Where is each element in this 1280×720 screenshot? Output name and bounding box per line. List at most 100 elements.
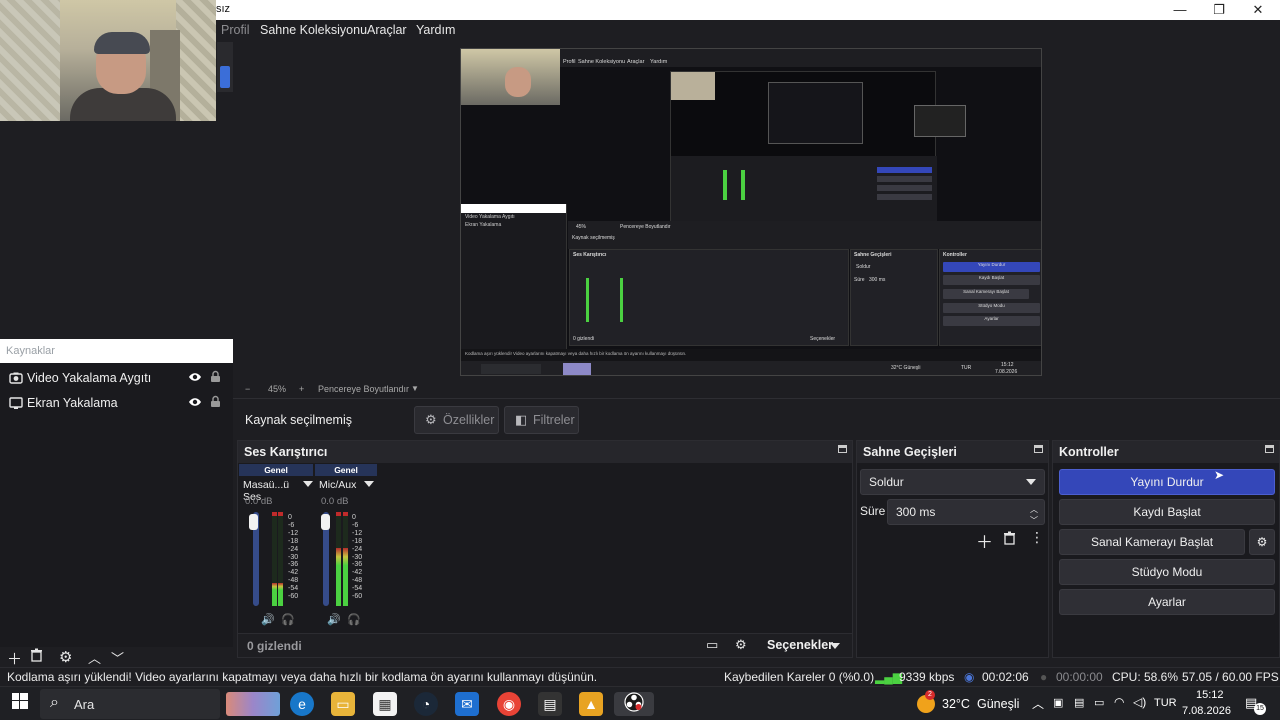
chevron-down-icon[interactable] [364, 481, 374, 487]
selected-scene[interactable] [220, 66, 230, 88]
fit-to-window-button[interactable]: Pencereye Boyutlandır [318, 384, 409, 394]
more-options-icon[interactable]: ⋮ [1030, 529, 1044, 546]
undock-icon[interactable] [1034, 445, 1043, 453]
maximize-button[interactable]: ❐ [1199, 0, 1239, 20]
video-editor-icon[interactable]: ▤ [538, 692, 562, 716]
mixer-category: Genel [239, 464, 313, 476]
zoom-in-button[interactable]: + [299, 384, 304, 394]
volume-icon[interactable]: ◁) [1133, 695, 1146, 709]
preview-canvas[interactable]: Profil Sahne Koleksiyonu Araçlar Yardım … [460, 48, 1042, 376]
chevron-up-icon[interactable]: ︿ [1032, 695, 1044, 712]
channel-db: 0.0 dB [321, 496, 349, 507]
fps: 57.05 / 60.00 FPS [1182, 670, 1279, 684]
audio-mixer-dock: Ses Karıştırıcı Genel Masaü...ü Ses 0.0 … [237, 440, 853, 658]
mail-icon[interactable]: ✉ [455, 692, 479, 716]
lock-icon[interactable] [210, 395, 221, 411]
meter-tick-label: -60 [352, 593, 363, 601]
close-button[interactable]: ✕ [1238, 0, 1278, 20]
headphones-icon[interactable]: 🎧 [347, 613, 361, 626]
add-source-button[interactable]: ＋ [7, 648, 22, 669]
source-item-screen-capture[interactable]: Ekran Yakalama [0, 391, 233, 415]
layout-icon[interactable]: ▭ [706, 637, 718, 653]
stop-stream-button[interactable]: Yayını Durdur [1059, 469, 1275, 495]
add-transition-button[interactable]: ＋ [976, 528, 993, 553]
menu-tools[interactable]: Araçlar [367, 23, 407, 37]
steam-icon[interactable]: ◔ [414, 692, 438, 716]
battery-icon[interactable]: ▭ [1094, 696, 1104, 709]
source-label: Ekran Yakalama [27, 396, 118, 410]
visibility-eye-icon[interactable] [188, 370, 202, 386]
meter-ticks: 0 -6 -12 -18 -24 -30 -36 -42 -48 -54 -60 [288, 514, 298, 601]
source-label: Video Yakalama Aygıtı [27, 371, 152, 385]
remove-transition-button[interactable] [1003, 531, 1016, 548]
start-virtual-camera-button[interactable]: Sanal Kamerayı Başlat [1059, 529, 1245, 555]
virtual-camera-settings-gear-icon[interactable]: ⚙ [1249, 529, 1275, 555]
lock-icon[interactable] [210, 370, 221, 386]
mixer-channel-desktop: Genel Masaü...ü Ses 0.0 dB 0 -6 -12 -18 -24-… [239, 464, 313, 626]
volume-slider-knob[interactable] [249, 514, 258, 530]
level-meter-fill [272, 582, 277, 606]
speaker-icon[interactable]: 🔊 [261, 613, 275, 626]
chrome-icon[interactable]: ◉ [497, 692, 521, 716]
properties-button[interactable]: ⚙ Özellikler [414, 406, 499, 434]
chevron-down-icon[interactable] [303, 481, 313, 487]
sources-dock: Kaynaklar Video Yakalama Aygıtı Ekran Ya… [0, 339, 233, 647]
zoom-dropdown-icon[interactable]: ▼ [411, 384, 419, 393]
meter-tick-label: -18 [352, 537, 363, 545]
settings-button[interactable]: Ayarlar [1059, 589, 1275, 615]
tray-app-icon[interactable]: ▤ [1074, 696, 1084, 709]
move-down-icon[interactable]: ﹀ [111, 648, 124, 667]
filters-button[interactable]: ◧ Filtreler [504, 406, 579, 434]
menu-scene-collection[interactable]: Sahne Koleksiyonu [260, 23, 367, 37]
move-up-icon[interactable]: ︿ [88, 648, 101, 667]
edge-browser-icon[interactable]: e [290, 692, 314, 716]
volume-slider-knob[interactable] [321, 514, 330, 530]
clock-date[interactable]: 7.08.2026 [1182, 705, 1231, 717]
undock-icon[interactable] [838, 445, 847, 453]
source-item-video-capture[interactable]: Video Yakalama Aygıtı [0, 366, 233, 390]
obs-icon[interactable] [614, 692, 654, 716]
zoom-out-button[interactable]: − [245, 384, 250, 394]
taskbar-search[interactable]: ⌕ Ara [40, 689, 220, 719]
undock-icon[interactable] [1265, 445, 1274, 453]
options-chevron-icon[interactable] [830, 643, 840, 649]
start-recording-button[interactable]: Kaydı Başlat [1059, 499, 1275, 525]
headphones-icon[interactable]: 🎧 [281, 613, 295, 626]
cpu-usage: CPU: 58.6% [1112, 670, 1179, 684]
monitor-icon [9, 396, 23, 410]
menu-help[interactable]: Yardım [416, 23, 455, 37]
file-explorer-icon[interactable]: ▭ [331, 692, 355, 716]
record-status-icon: ● [1040, 670, 1048, 684]
speaker-icon[interactable]: 🔊 [327, 613, 341, 626]
meter-tick-label: 0 [352, 514, 356, 521]
app-icon[interactable]: ▲ [579, 692, 603, 716]
transition-type-select[interactable]: Soldur [860, 469, 1045, 495]
hidden-count: 0 gizlendi [247, 639, 302, 653]
language-indicator[interactable]: TUR [1154, 697, 1177, 709]
duration-input[interactable]: 300 ms ︿ ﹀ [887, 499, 1045, 525]
controls-dock: Kontroller Yayını Durdur Kaydı Başlat Sa… [1052, 440, 1280, 658]
filter-icon: ◧ [515, 412, 528, 427]
window-title: sız [216, 3, 231, 15]
wifi-icon[interactable]: ◠ [1114, 695, 1124, 709]
no-source-label: Kaynak seçilmemiş [245, 413, 352, 427]
microsoft-store-icon[interactable]: ▦ [373, 692, 397, 716]
tray-device-icon[interactable]: ▣ [1053, 696, 1063, 709]
studio-mode-button[interactable]: Stüdyo Modu [1059, 559, 1275, 585]
source-settings-gear-icon[interactable]: ⚙ [59, 648, 72, 666]
scene-list-strip[interactable] [217, 42, 233, 92]
visibility-eye-icon[interactable] [188, 395, 202, 411]
preview-transitions: Sahne Geçişleri Soldur Süre 300 ms [850, 249, 938, 346]
mixer-settings-gear-icon[interactable]: ⚙ [735, 637, 747, 653]
minimize-button[interactable]: — [1160, 0, 1200, 20]
menu-profile[interactable]: Profil [221, 23, 249, 37]
controls-title: Kontroller [1059, 445, 1119, 459]
clock-time[interactable]: 15:12 [1196, 689, 1224, 701]
weather-temp[interactable]: 32°C [942, 697, 970, 711]
windows-start-icon[interactable] [8, 692, 32, 716]
remove-source-button[interactable] [30, 648, 43, 666]
options-button[interactable]: Seçenekler [767, 638, 833, 652]
weather-text[interactable]: Güneşli [977, 697, 1019, 711]
gear-icon: ⚙ [425, 412, 437, 427]
search-highlight-icon[interactable] [226, 692, 280, 716]
